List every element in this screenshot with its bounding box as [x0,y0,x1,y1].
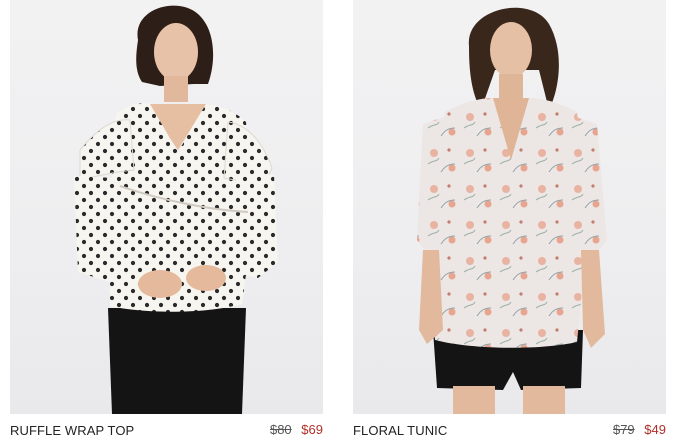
product-name[interactable]: FLORAL TUNIC [353,423,447,438]
product-name[interactable]: RUFFLE WRAP TOP [10,423,134,438]
sale-price: $69 [301,422,323,437]
original-price: $80 [269,422,292,437]
sale-price: $49 [644,422,666,437]
model-illustration-floral [417,7,607,414]
original-price: $79 [612,422,635,437]
price-group: $79 $49 [613,422,666,437]
model-illustration-polka-dot [74,5,278,414]
product-image[interactable] [10,0,323,414]
product-image[interactable] [353,0,666,414]
price-group: $80 $69 [270,422,323,437]
product-card[interactable]: FLORAL TUNIC $79 $49 [353,0,666,441]
product-card[interactable]: RUFFLE WRAP TOP $80 $69 [10,0,323,441]
